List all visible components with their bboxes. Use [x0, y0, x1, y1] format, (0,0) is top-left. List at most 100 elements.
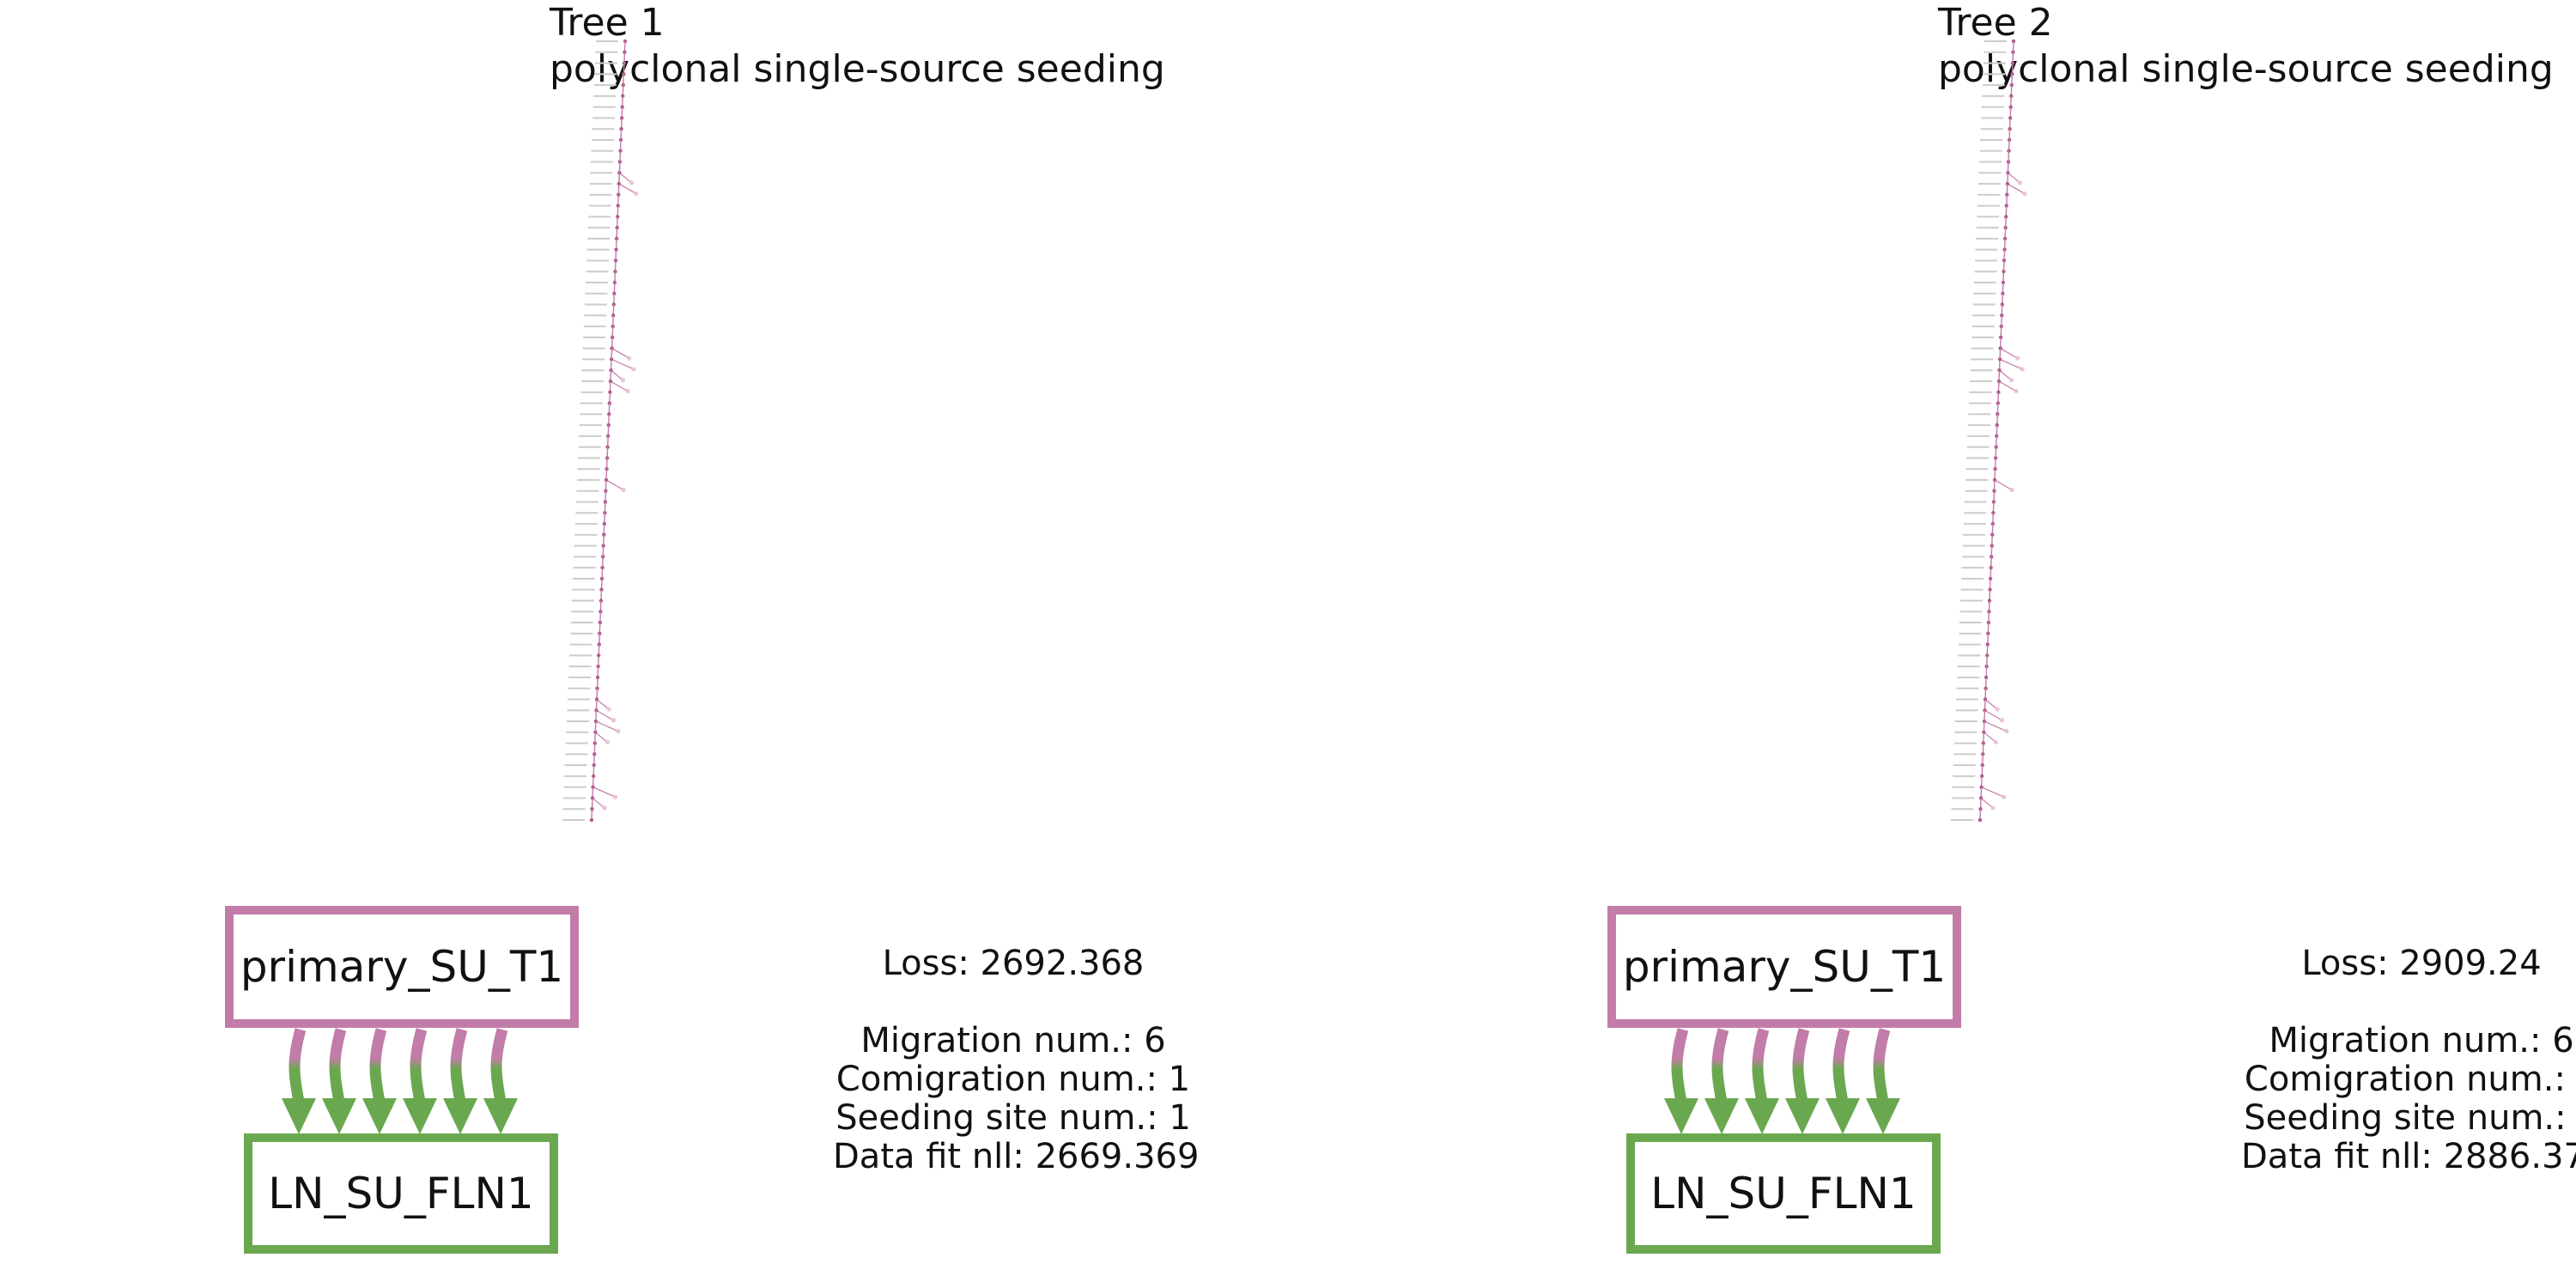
- tree-node-label: [1959, 611, 1983, 613]
- tree-node-label: [1954, 720, 1978, 723]
- tree-node-label: [569, 643, 592, 646]
- tree-edge: [619, 172, 632, 184]
- tree-leaf-node: [613, 794, 618, 799]
- tree-node-label: [575, 512, 598, 514]
- tree-leaf-node: [602, 805, 607, 811]
- migration-arrows: [282, 1028, 518, 1134]
- tree-leaf-node: [2020, 367, 2025, 372]
- tree-leaf-node: [616, 728, 621, 734]
- tree-node-label: [594, 73, 617, 76]
- migration-edge: [1792, 1028, 1810, 1103]
- tree-node-label: [1975, 259, 1997, 262]
- tree-node-label: [588, 204, 611, 207]
- tree-node-label: [570, 622, 593, 624]
- tree-node-label: [574, 523, 598, 526]
- tree-node-label: [592, 117, 616, 119]
- tree-node-label: [1984, 40, 2007, 42]
- tree-node-label: [582, 347, 605, 349]
- tree-node-label: [1964, 512, 1987, 514]
- tree-node-label: [584, 303, 607, 306]
- tree-edge: [596, 699, 610, 710]
- tree-node-label: [587, 237, 611, 240]
- tree-node-label: [575, 501, 598, 503]
- tree-edge: [1984, 720, 2008, 732]
- tree-node-label: [1971, 336, 1995, 338]
- tree-node-label: [579, 434, 602, 437]
- tree-node-label: [569, 654, 592, 657]
- tree-node-label: [580, 402, 603, 404]
- tree-node-label: [580, 380, 604, 383]
- primary-site-label: primary_SU_T1: [240, 942, 564, 992]
- tree-node-label: [1978, 161, 2002, 163]
- tree-node-label: [1981, 106, 2004, 108]
- tree-node-label: [1976, 227, 1999, 229]
- tree-node-label: [593, 84, 617, 87]
- tree-node-label: [1975, 248, 1998, 251]
- migration-edge: [329, 1028, 347, 1103]
- tree-node-label: [1965, 468, 1989, 471]
- tree-node-label: [592, 128, 615, 131]
- tree-edge: [2008, 172, 2020, 184]
- tree-node-label: [1967, 424, 1990, 427]
- migration-edge: [289, 1028, 307, 1103]
- migration-arrowhead: [322, 1098, 356, 1134]
- tree-node: [1978, 817, 1983, 823]
- migration-arrowhead: [483, 1098, 518, 1134]
- tree-leaf-node: [2014, 388, 2019, 394]
- tree-leaf-node: [634, 191, 639, 197]
- primary-site-label: primary_SU_T1: [1622, 942, 1947, 992]
- tree-node-label: [595, 51, 618, 53]
- tree-leaf-node: [1993, 739, 1998, 744]
- tree-edge: [611, 369, 623, 381]
- tree-leaf-node: [2009, 487, 2014, 493]
- tree-node-label: [1960, 588, 1984, 591]
- tree-node-label: [562, 808, 586, 811]
- tree-node-label: [1971, 358, 1994, 361]
- tree-edge: [1984, 699, 1998, 710]
- tree-node-label: [586, 248, 610, 251]
- tree-leaf-node: [611, 718, 617, 723]
- tree-node-label: [570, 632, 593, 635]
- tree-node-label: [1956, 687, 1979, 690]
- tree-node-label: [566, 720, 589, 723]
- migration-arrowhead: [403, 1098, 437, 1134]
- tree-node-label: [582, 358, 605, 361]
- tree-node-label: [1979, 149, 2002, 152]
- tree-node-label: [1978, 193, 2001, 196]
- tree-node-label: [1974, 270, 1997, 273]
- tree-node-label: [1977, 204, 2000, 207]
- tree-node-label: [1953, 742, 1977, 744]
- tree-node-label: [1957, 665, 1980, 668]
- tree-node-label: [1965, 478, 1988, 481]
- migration-edge: [1832, 1028, 1850, 1103]
- tree-node-label: [562, 819, 585, 821]
- tree-node-label: [1980, 138, 2003, 141]
- tree-node-label: [589, 183, 612, 185]
- tree-node-label: [1963, 533, 1986, 536]
- tree-node-label: [1978, 183, 2001, 185]
- tree-node-label: [1981, 117, 2004, 119]
- tree-leaf-node: [2017, 180, 2022, 185]
- tree-node-label: [1969, 391, 1992, 393]
- tree-node-label: [1950, 819, 1973, 821]
- tree-node-label: [566, 731, 589, 733]
- tree-node-label: [568, 687, 591, 690]
- tree-edge: [605, 479, 624, 491]
- tree-leaf-node: [1995, 707, 2000, 712]
- tree-node-label: [583, 325, 606, 328]
- tree-node-label: [581, 369, 605, 372]
- tree-node-label: [1953, 775, 1976, 777]
- tree-node-label: [591, 149, 614, 152]
- tree-leaf-node: [2008, 378, 2014, 383]
- tree-edge: [618, 183, 637, 195]
- tree-node-label: [586, 270, 609, 273]
- clone-tree-diagram: [562, 39, 639, 823]
- comigration-stat: Comigration num.: 1: [835, 1060, 1191, 1099]
- tree-node-label: [1962, 544, 1985, 547]
- tree-leaf-node: [1999, 718, 2005, 723]
- tree-leaf-node: [627, 355, 632, 361]
- tree-node-label: [577, 478, 599, 481]
- tree-node-label: [1977, 216, 2000, 218]
- tree-node-label: [573, 577, 596, 580]
- tree-node-label: [568, 676, 592, 678]
